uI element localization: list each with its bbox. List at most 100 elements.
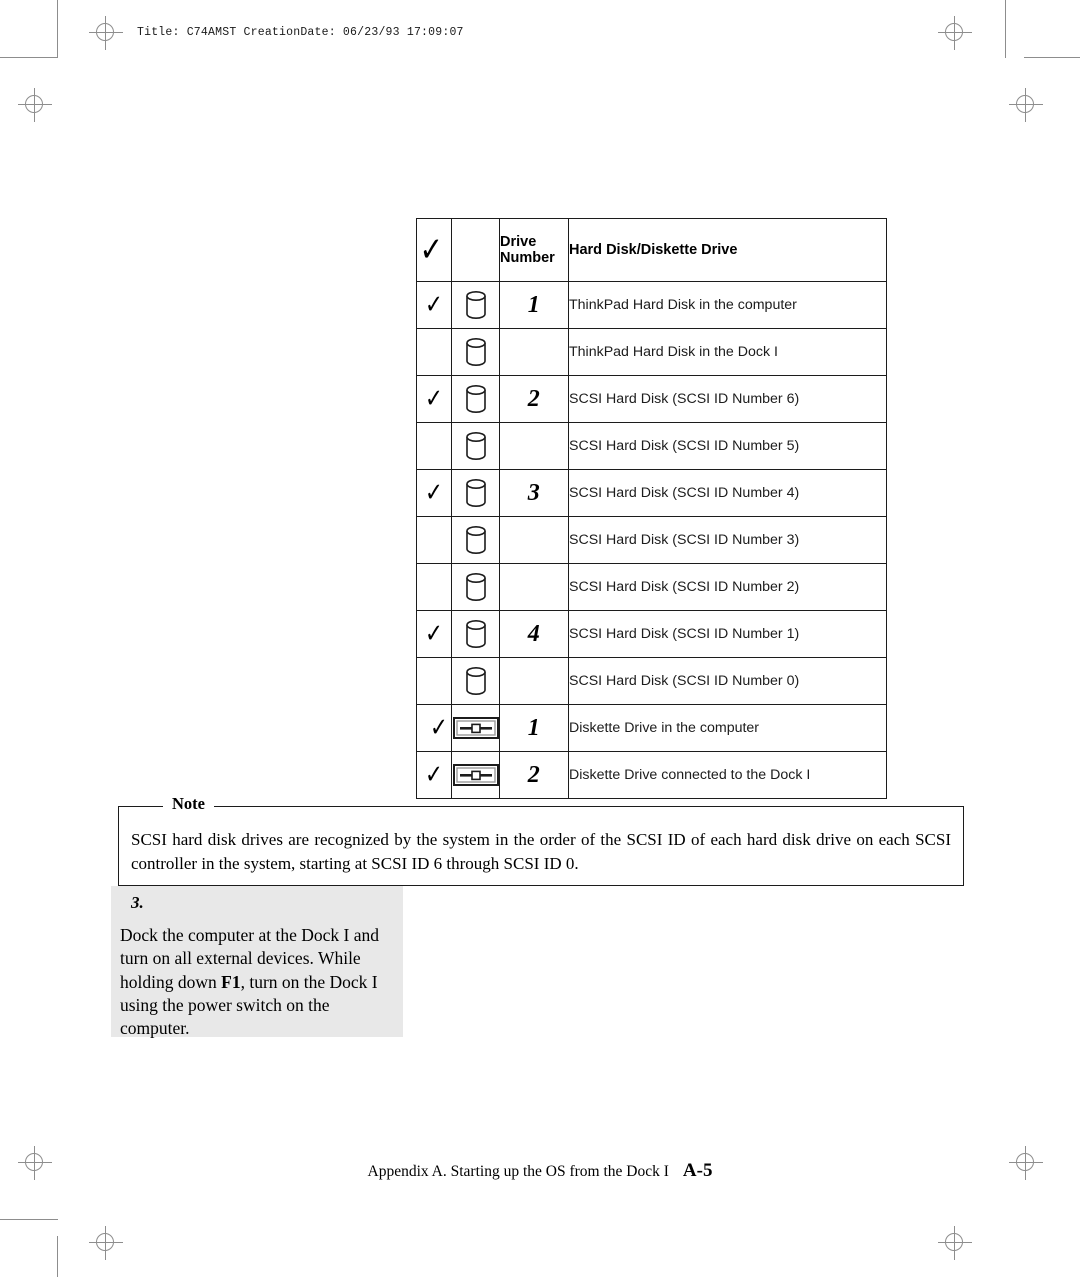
- row-drive-number-cell: 2: [499, 751, 569, 799]
- row-checkmark-cell[interactable]: ✓: [416, 281, 452, 329]
- table-row: ✓ 3 SCSI Hard Disk (SCSI ID Number 4): [416, 469, 887, 517]
- step-3-block: 3. Dock the computer at the Dock I and t…: [111, 886, 403, 1040]
- registration-mark-top-left: [89, 16, 123, 50]
- table-row: ✓ 4 SCSI Hard Disk (SCSI ID Number 1): [416, 610, 887, 658]
- row-drive-number: 2: [527, 761, 541, 788]
- step-3-text: Dock the computer at the Dock I and turn…: [120, 924, 400, 1040]
- table-row: ThinkPad Hard Disk in the Dock I: [416, 328, 887, 376]
- table-row: ✓ 1 ThinkPad Hard Disk in the computer: [416, 281, 887, 329]
- check-icon: ✓: [425, 478, 443, 508]
- row-drive-number: 1: [527, 714, 541, 741]
- running-head: Title: C74AMST CreationDate: 06/23/93 17…: [137, 26, 464, 39]
- check-icon: ✓: [425, 760, 443, 790]
- registration-mark-right-upper: [1009, 88, 1043, 122]
- step-3-number: 3.: [131, 893, 144, 912]
- hard-disk-icon: [465, 432, 486, 460]
- check-icon: ✓: [430, 713, 448, 743]
- row-checkmark-cell[interactable]: ✓: [416, 469, 452, 517]
- row-description-cell: Diskette Drive in the computer: [568, 704, 887, 752]
- registration-mark-bottom-left: [89, 1226, 123, 1260]
- row-device-icon-cell: [451, 516, 500, 564]
- registration-mark-top-right: [938, 16, 972, 50]
- row-checkmark-cell[interactable]: [416, 563, 452, 611]
- check-icon: ✓: [425, 384, 443, 414]
- hard-disk-icon: [465, 667, 486, 695]
- row-drive-number-cell: [499, 563, 569, 611]
- row-description-cell: ThinkPad Hard Disk in the computer: [568, 281, 887, 329]
- row-checkmark-cell[interactable]: ✓: [416, 751, 452, 799]
- row-description-cell: SCSI Hard Disk (SCSI ID Number 0): [568, 657, 887, 705]
- column-header-icon: [451, 218, 500, 282]
- row-checkmark-cell[interactable]: [416, 328, 452, 376]
- check-icon: ✓: [425, 290, 443, 320]
- row-checkmark-cell[interactable]: ✓: [416, 375, 452, 423]
- drive-table-body: ✓ 1 ThinkPad Hard Disk in the computer Thin…: [416, 281, 887, 799]
- column-header-drive-number-line2: Number: [500, 250, 555, 266]
- row-drive-number-cell: [499, 516, 569, 564]
- row-checkmark-cell[interactable]: [416, 657, 452, 705]
- row-device-icon-cell: [451, 328, 500, 376]
- row-drive-number: 2: [527, 385, 541, 412]
- row-description-cell: SCSI Hard Disk (SCSI ID Number 4): [568, 469, 887, 517]
- row-device-icon-cell: [451, 610, 500, 658]
- column-header-drive-number-line1: Drive: [500, 233, 537, 250]
- row-device-icon-cell: [451, 751, 500, 799]
- row-checkmark-cell[interactable]: ✓: [416, 610, 452, 658]
- note-label: Note: [163, 795, 214, 813]
- hard-disk-icon: [465, 573, 486, 601]
- row-device-icon-cell: [451, 469, 500, 517]
- row-description-cell: ThinkPad Hard Disk in the Dock I: [568, 328, 887, 376]
- footer-chapter-title: Appendix A. Starting up the OS from the …: [367, 1163, 669, 1180]
- row-drive-number-cell: [499, 657, 569, 705]
- row-description-cell: SCSI Hard Disk (SCSI ID Number 2): [568, 563, 887, 611]
- hard-disk-icon: [465, 620, 486, 648]
- table-row: SCSI Hard Disk (SCSI ID Number 5): [416, 422, 887, 470]
- row-description-cell: SCSI Hard Disk (SCSI ID Number 6): [568, 375, 887, 423]
- crop-mark-top-right-vertical: [1005, 0, 1006, 58]
- hard-disk-icon: [465, 338, 486, 366]
- row-drive-number-cell: 3: [499, 469, 569, 517]
- diskette-drive-icon: [452, 764, 499, 786]
- row-drive-number-cell: [499, 422, 569, 470]
- hard-disk-icon: [465, 479, 486, 507]
- row-drive-number-cell: 1: [499, 704, 569, 752]
- check-icon: ✓: [425, 619, 443, 649]
- row-drive-number-cell: 2: [499, 375, 569, 423]
- hard-disk-icon: [465, 385, 486, 413]
- crop-mark-right-top-horizontal: [1024, 57, 1080, 58]
- page-footer: Appendix A. Starting up the OS from the …: [0, 1160, 1080, 1182]
- row-device-icon-cell: [451, 657, 500, 705]
- column-header-description: Hard Disk/Diskette Drive: [568, 218, 887, 282]
- row-drive-number-cell: 1: [499, 281, 569, 329]
- table-row: ✓ 1 Diskette Drive in the computer: [416, 704, 887, 752]
- row-drive-number-cell: 4: [499, 610, 569, 658]
- hard-disk-icon: [465, 526, 486, 554]
- crop-mark-top-left-vertical: [57, 0, 58, 58]
- row-description-cell: SCSI Hard Disk (SCSI ID Number 5): [568, 422, 887, 470]
- note-body: SCSI hard disk drives are recognized by …: [131, 830, 951, 874]
- row-checkmark-cell[interactable]: [416, 516, 452, 564]
- row-device-icon-cell: [451, 704, 500, 752]
- check-icon: ✓: [419, 230, 443, 270]
- table-row: SCSI Hard Disk (SCSI ID Number 0): [416, 657, 887, 705]
- row-drive-number-cell: [499, 328, 569, 376]
- column-header-checkmark: ✓: [416, 218, 452, 282]
- crop-mark-left-top-horizontal: [0, 57, 58, 58]
- row-drive-number: 4: [527, 620, 541, 647]
- hard-disk-icon: [465, 291, 486, 319]
- row-drive-number: 1: [527, 291, 541, 318]
- table-row: ✓ 2 SCSI Hard Disk (SCSI ID Number 6): [416, 375, 887, 423]
- row-device-icon-cell: [451, 375, 500, 423]
- note-box: Note SCSI hard disk drives are recognize…: [118, 795, 964, 886]
- footer-page-number: A-5: [682, 1160, 713, 1181]
- table-row: SCSI Hard Disk (SCSI ID Number 3): [416, 516, 887, 564]
- row-device-icon-cell: [451, 563, 500, 611]
- registration-mark-left-upper: [18, 88, 52, 122]
- row-checkmark-cell[interactable]: [416, 422, 452, 470]
- table-row: SCSI Hard Disk (SCSI ID Number 2): [416, 563, 887, 611]
- row-checkmark-cell[interactable]: ✓: [416, 704, 452, 752]
- row-description-cell: SCSI Hard Disk (SCSI ID Number 1): [568, 610, 887, 658]
- row-description-cell: SCSI Hard Disk (SCSI ID Number 3): [568, 516, 887, 564]
- table-row: ✓ 2 Diskette Drive connected to the Dock I: [416, 751, 887, 799]
- diskette-drive-icon: [452, 717, 499, 739]
